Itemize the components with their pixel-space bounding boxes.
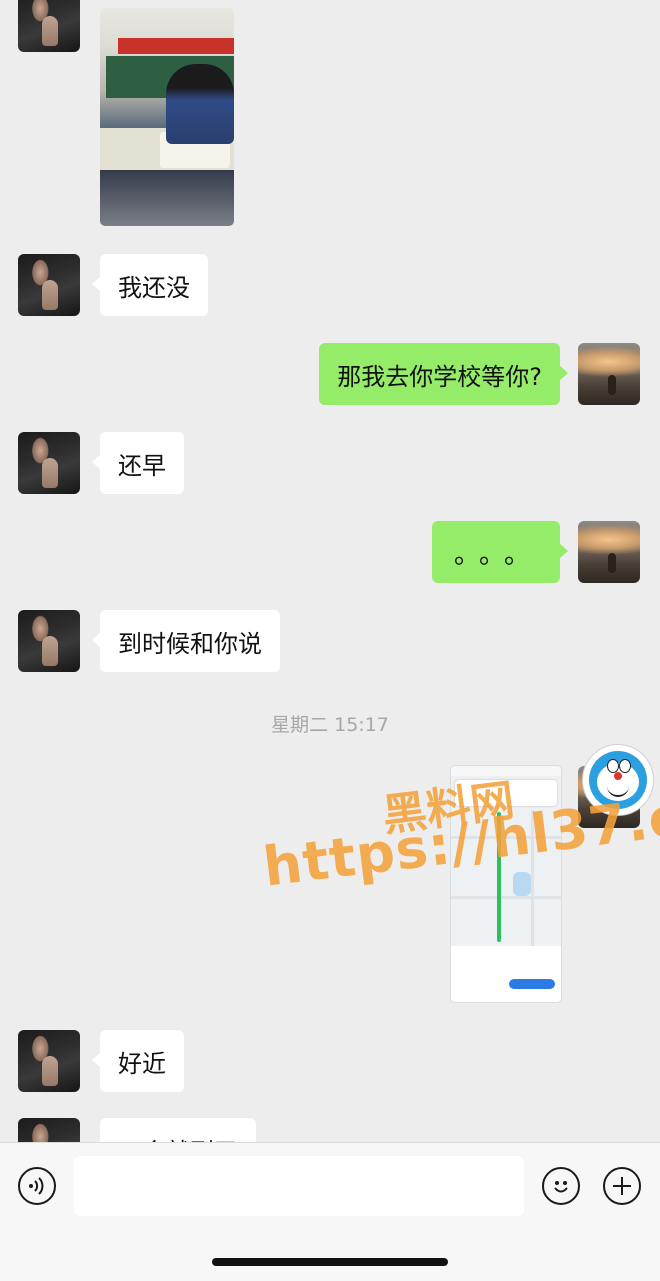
- received-message-bubble[interactable]: 一会就到了: [92, 1118, 256, 1142]
- received-message-bubble[interactable]: 好近: [92, 1030, 184, 1092]
- contact-avatar[interactable]: [18, 254, 80, 316]
- sent-message-bubble[interactable]: 那我去你学校等你?: [319, 343, 568, 405]
- map-water: [513, 872, 531, 896]
- my-avatar[interactable]: [578, 343, 640, 405]
- chat-message-list[interactable]: 我还没 那我去你学校等你? 还早 。。。 到时候和你说 星期二 15:17 黑料…: [0, 0, 660, 1142]
- voice-icon[interactable]: [18, 1167, 56, 1205]
- plus-icon[interactable]: [603, 1167, 641, 1205]
- photo-banner: [118, 38, 234, 54]
- received-message-bubble[interactable]: 到时候和你说: [92, 610, 280, 672]
- map-route-panel: [451, 946, 561, 1002]
- received-photo-classroom[interactable]: [100, 8, 234, 226]
- my-avatar[interactable]: [578, 521, 640, 583]
- contact-avatar[interactable]: [18, 0, 80, 52]
- contact-avatar[interactable]: [18, 432, 80, 494]
- message-timestamp: 星期二 15:17: [271, 714, 389, 736]
- sent-message-bubble[interactable]: 。。。: [431, 521, 569, 583]
- map-start-nav-button: [509, 979, 555, 989]
- contact-avatar[interactable]: [18, 1118, 80, 1142]
- received-message-bubble[interactable]: 我还没: [92, 254, 208, 316]
- received-message-bubble[interactable]: 还早: [92, 432, 184, 494]
- emoji-icon[interactable]: [542, 1167, 580, 1205]
- contact-avatar[interactable]: [18, 1030, 80, 1092]
- contact-avatar[interactable]: [18, 610, 80, 672]
- home-indicator: [212, 1258, 448, 1266]
- message-text-input[interactable]: [74, 1156, 524, 1216]
- photo-person: [166, 64, 234, 144]
